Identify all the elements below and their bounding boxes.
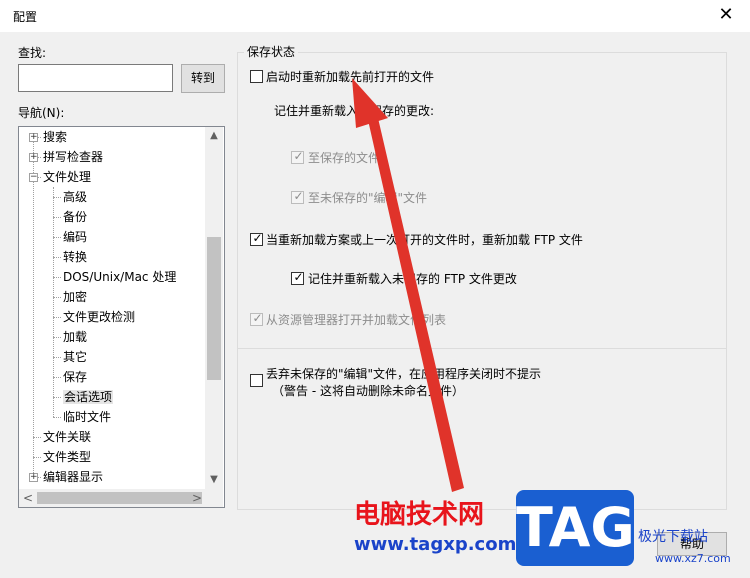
annotation-arrow-icon — [352, 78, 464, 492]
watermark-text: 电脑技术网 — [354, 500, 485, 530]
tag-logo: TAG — [516, 490, 635, 566]
site-url: www.xz7.com — [655, 552, 731, 565]
site-name: 极光下载站 — [638, 529, 708, 545]
watermark-url: www.tagxp.com — [354, 534, 517, 555]
